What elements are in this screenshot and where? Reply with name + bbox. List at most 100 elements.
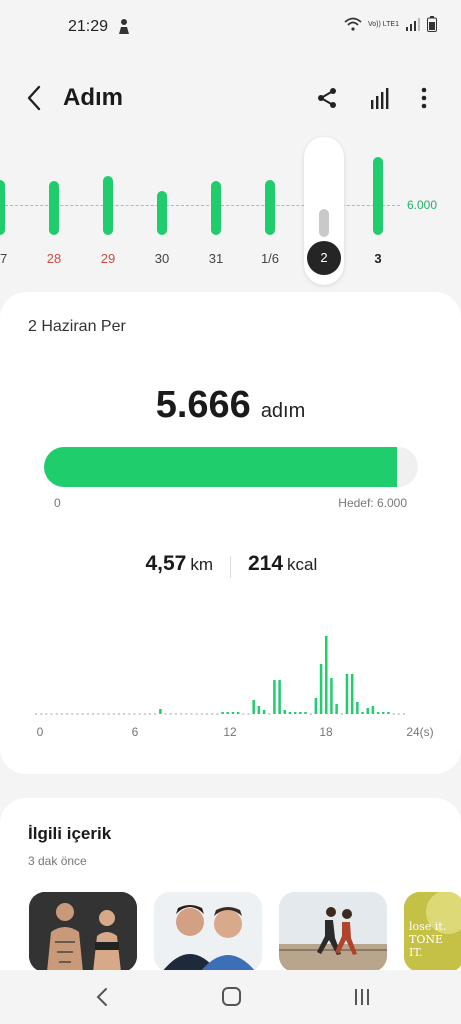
day-bar xyxy=(0,179,5,235)
more-options-icon[interactable] xyxy=(414,86,434,110)
distance-unit: km xyxy=(190,555,213,574)
hourly-bar xyxy=(45,713,48,715)
nav-home-icon[interactable] xyxy=(222,987,241,1006)
status-time: 21:29 xyxy=(68,18,109,35)
day-label: 1/6 xyxy=(260,251,280,266)
hourly-bar xyxy=(112,713,115,715)
hourly-bar xyxy=(257,706,261,714)
day-bar xyxy=(265,180,275,235)
hourly-bar xyxy=(164,713,167,715)
hourly-bar xyxy=(309,713,312,715)
progress-min-label: 0 xyxy=(54,496,61,510)
day-label: 29 xyxy=(100,251,116,266)
two-trainers-image xyxy=(154,892,262,972)
hourly-bar xyxy=(174,713,177,715)
hourly-bar xyxy=(123,713,126,715)
status-icons: Vo)) LTE1 xyxy=(344,16,437,32)
hourly-bar xyxy=(382,712,385,714)
hourly-bar xyxy=(117,713,120,715)
wifi-icon xyxy=(344,17,362,31)
day-column[interactable]: 28 xyxy=(34,135,74,285)
chart-bars-icon[interactable] xyxy=(368,86,392,110)
day-column[interactable]: 30 xyxy=(142,135,182,285)
hourly-bar xyxy=(133,713,136,715)
hourly-bar xyxy=(200,713,203,715)
hourly-bar xyxy=(247,713,250,715)
day-bar xyxy=(103,176,113,235)
app-bar: Adım xyxy=(0,74,461,122)
hourly-bar xyxy=(335,704,338,714)
hourly-bar xyxy=(371,706,375,714)
hourly-bar xyxy=(376,712,380,714)
hour-tick-label: 0 xyxy=(37,725,44,739)
runners-thumbnail[interactable] xyxy=(279,892,387,972)
hour-tick-label: 18 xyxy=(319,725,333,739)
day-column[interactable]: 31 xyxy=(196,135,236,285)
selected-day[interactable]: 2 xyxy=(304,137,344,285)
day-summary-card: 2 Haziran Per 5.666 adım 0 Hedef: 6.000 4… xyxy=(0,292,461,774)
selected-day-bar xyxy=(319,208,329,237)
hourly-bar xyxy=(361,712,364,714)
hour-tick-label: 24(s) xyxy=(406,725,433,739)
hourly-bar xyxy=(50,713,53,715)
nav-back-icon[interactable] xyxy=(94,987,110,1007)
share-icon[interactable] xyxy=(315,86,339,110)
hourly-bar xyxy=(345,674,349,714)
hourly-bar xyxy=(221,712,224,714)
hourly-bar xyxy=(97,713,100,715)
calories-unit: kcal xyxy=(287,555,318,574)
hourly-bar xyxy=(397,713,400,715)
hourly-bar xyxy=(35,713,37,715)
hourly-bar xyxy=(40,713,43,715)
hourly-bar xyxy=(211,713,214,715)
progress-goal-label: Hedef: 6.000 xyxy=(338,496,407,510)
signal-icon xyxy=(406,18,420,31)
thumbnail-text: lose it. TONE IT. xyxy=(409,920,447,959)
goal-label: 6.000 xyxy=(407,198,438,212)
hourly-bar xyxy=(60,713,63,715)
steps-value: 5.666 xyxy=(155,384,251,426)
hourly-bar xyxy=(231,712,235,714)
hourly-bar xyxy=(86,713,89,715)
date-title: 2 Haziran Per xyxy=(28,318,126,335)
hourly-bar xyxy=(330,678,333,714)
hourly-bar xyxy=(262,710,266,714)
day-label: 28 xyxy=(46,251,62,266)
hourly-bar xyxy=(138,713,141,715)
hourly-bar xyxy=(143,713,146,715)
hourly-bar xyxy=(273,680,276,714)
hourly-bar xyxy=(128,713,131,715)
day-column[interactable]: 1/6 xyxy=(250,135,290,285)
day-bar xyxy=(49,181,59,235)
hourly-bar xyxy=(299,712,302,714)
hourly-bar xyxy=(403,713,405,715)
day-label: 3 xyxy=(374,251,382,266)
hourly-bar xyxy=(293,712,297,714)
day-column[interactable]: 29 xyxy=(88,135,128,285)
related-title: İlgili içerik xyxy=(28,824,112,843)
trainers-thumbnail[interactable] xyxy=(154,892,262,972)
hourly-steps-chart[interactable]: 0 6 12 18 24(s) xyxy=(0,622,461,742)
hourly-bar xyxy=(76,713,79,715)
hourly-bar xyxy=(314,698,318,714)
notification-icon xyxy=(116,18,132,41)
hourly-bar xyxy=(180,713,183,715)
day-column[interactable]: 27 xyxy=(0,135,20,285)
day-label: 27 xyxy=(0,251,8,266)
hourly-bar xyxy=(304,712,307,714)
system-nav-bar xyxy=(0,970,461,1024)
back-arrow-icon[interactable] xyxy=(22,84,48,112)
lose-it-thumbnail[interactable]: lose it. TONE IT. xyxy=(404,892,461,972)
day-bar xyxy=(157,191,167,235)
day-column[interactable]: 3 xyxy=(358,135,398,285)
nav-recents-icon[interactable] xyxy=(353,988,371,1006)
page-title: Adım xyxy=(63,84,123,111)
stat-divider xyxy=(230,556,231,578)
hourly-bar xyxy=(102,713,105,715)
fitness-couple-thumbnail[interactable] xyxy=(29,892,137,972)
hourly-bar xyxy=(190,713,193,715)
hourly-bar xyxy=(325,636,328,714)
steps-unit: adım xyxy=(260,400,306,422)
weekly-steps-chart[interactable]: 6.000 27 28 29 30 31 1/6 2 3 xyxy=(0,135,461,285)
hourly-bar xyxy=(283,710,287,714)
